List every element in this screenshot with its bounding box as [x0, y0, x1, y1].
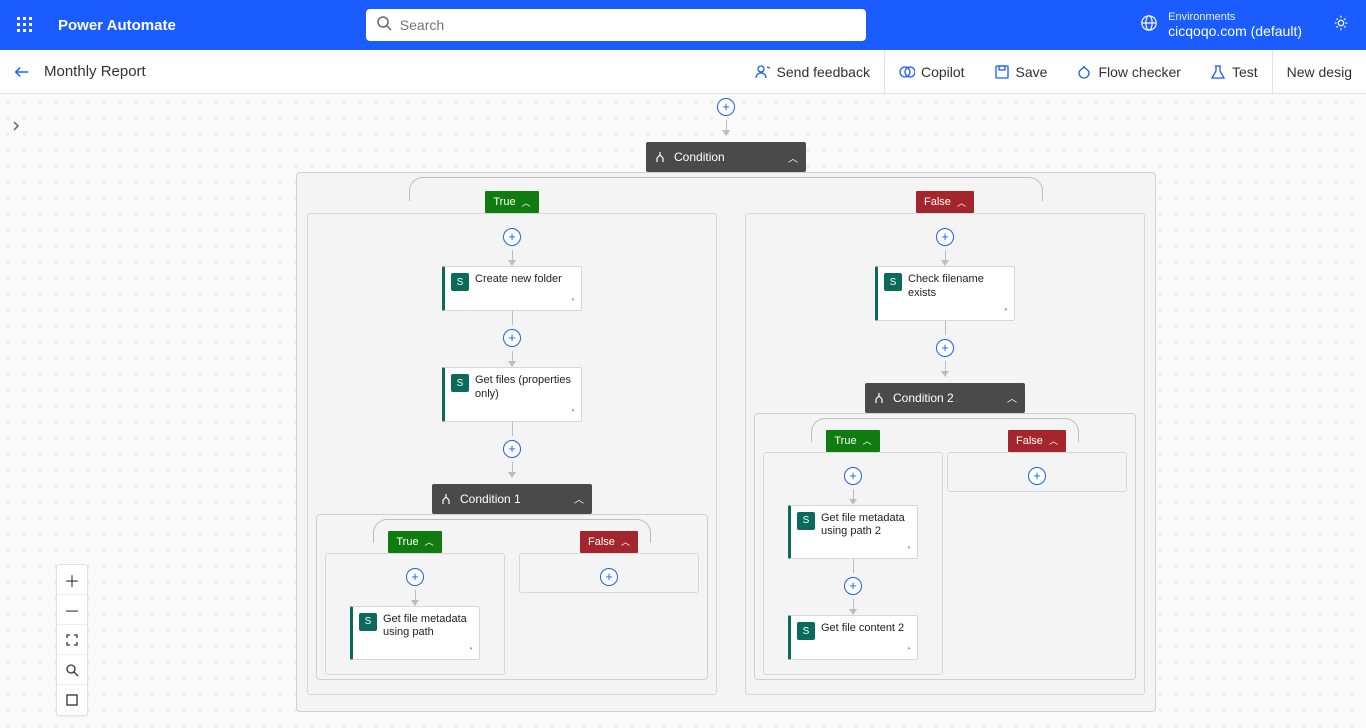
minimap-button[interactable] — [57, 685, 87, 715]
top-bar: Power Automate Environments cicqoqo.com … — [0, 0, 1366, 50]
fit-button[interactable] — [57, 625, 87, 655]
add-action-button[interactable]: + — [600, 568, 618, 586]
branch-icon — [654, 151, 666, 163]
env-value: cicqoqo.com (default) — [1168, 23, 1302, 39]
false-branch-badge[interactable]: False︿ — [916, 191, 974, 213]
zoom-out-button[interactable]: － — [57, 595, 87, 625]
zoom-toolbar: ＋ － — [56, 564, 88, 716]
action-get-file-metadata-path-2[interactable]: SGet file metadata using path 2 ◔ — [788, 505, 918, 560]
peek-icon: ◔ — [791, 644, 917, 659]
save-button[interactable]: Save — [979, 50, 1062, 93]
condition1-scope: True︿ + SGet file metadata using path ◔ — [316, 514, 708, 681]
branch-icon — [873, 392, 885, 404]
sharepoint-icon: S — [797, 512, 815, 530]
flow-diagram: + Condition ︿ True︿ + — [296, 94, 1156, 712]
condition1-node[interactable]: Condition 1 ︿ — [432, 484, 592, 514]
chevron-up-icon: ︿ — [957, 196, 966, 209]
send-feedback-button[interactable]: Send feedback — [740, 50, 884, 93]
peek-icon: ◔ — [445, 406, 581, 421]
command-bar: Monthly Report Send feedback Copilot Sav… — [0, 50, 1366, 94]
add-action-button[interactable]: + — [406, 568, 424, 586]
chevron-up-icon: ︿ — [788, 150, 798, 165]
condition2-node[interactable]: Condition 2 ︿ — [865, 383, 1025, 413]
sharepoint-icon: S — [451, 273, 469, 291]
true-branch-badge[interactable]: True︿ — [826, 430, 879, 452]
flow-title: Monthly Report — [44, 63, 146, 80]
peek-icon: ◔ — [445, 295, 581, 310]
sharepoint-icon: S — [884, 273, 902, 291]
app-name: Power Automate — [50, 17, 176, 34]
sharepoint-icon: S — [797, 622, 815, 640]
navigator-button[interactable] — [57, 655, 87, 685]
app-launcher[interactable] — [0, 0, 50, 50]
test-button[interactable]: Test — [1195, 50, 1272, 93]
add-action-button[interactable]: + — [503, 440, 521, 458]
condition-scope: True︿ + SCreate new folder ◔ + — [296, 172, 1156, 712]
globe-icon — [1140, 14, 1158, 37]
add-action-button[interactable]: + — [844, 577, 862, 595]
peek-icon: ◔ — [878, 305, 1014, 320]
branch-icon — [440, 493, 452, 505]
chevron-up-icon: ︿ — [522, 196, 531, 209]
environment-picker[interactable]: Environments cicqoqo.com (default) — [1140, 11, 1302, 39]
action-check-filename-exists[interactable]: SCheck filename exists ◔ — [875, 266, 1015, 321]
add-action-button[interactable]: + — [503, 228, 521, 246]
search-input[interactable] — [400, 17, 856, 33]
action-get-files[interactable]: SGet files (properties only) ◔ — [442, 367, 582, 422]
new-designer-button[interactable]: New desig — [1272, 50, 1366, 93]
peek-icon: ◔ — [791, 543, 917, 558]
add-action-button[interactable]: + — [936, 228, 954, 246]
add-action-button[interactable]: + — [844, 467, 862, 485]
expand-panel-toggle[interactable] — [6, 114, 26, 138]
back-button[interactable] — [0, 63, 44, 81]
chevron-up-icon: ︿ — [1007, 390, 1017, 405]
true-branch-badge[interactable]: True︿ — [485, 191, 538, 213]
zoom-in-button[interactable]: ＋ — [57, 565, 87, 595]
add-action-button[interactable]: + — [503, 329, 521, 347]
add-action-button[interactable]: + — [936, 339, 954, 357]
chevron-up-icon: ︿ — [574, 491, 584, 506]
flow-checker-button[interactable]: Flow checker — [1061, 50, 1194, 93]
copilot-button[interactable]: Copilot — [884, 50, 979, 93]
true-branch-badge[interactable]: True︿ — [388, 531, 441, 553]
action-get-file-metadata-path[interactable]: SGet file metadata using path ◔ — [350, 606, 480, 661]
action-get-file-content-2[interactable]: SGet file content 2 ◔ — [788, 615, 918, 660]
false-branch-badge[interactable]: False︿ — [1008, 430, 1066, 452]
false-branch-badge[interactable]: False︿ — [580, 531, 638, 553]
action-create-new-folder[interactable]: SCreate new folder ◔ — [442, 266, 582, 311]
settings-button[interactable] — [1332, 14, 1350, 37]
add-action-button[interactable]: + — [717, 98, 735, 116]
search-box[interactable] — [366, 9, 866, 41]
condition-node[interactable]: Condition ︿ — [646, 142, 806, 172]
condition2-scope: True︿ + SGet file metadata using path 2 … — [754, 413, 1136, 681]
env-label: Environments — [1168, 11, 1302, 23]
designer-canvas[interactable]: ＋ － + Condition ︿ — [0, 94, 1366, 728]
search-icon — [376, 15, 392, 36]
sharepoint-icon: S — [359, 613, 377, 631]
add-action-button[interactable]: + — [1028, 467, 1046, 485]
peek-icon: ◔ — [353, 644, 479, 659]
sharepoint-icon: S — [451, 374, 469, 392]
